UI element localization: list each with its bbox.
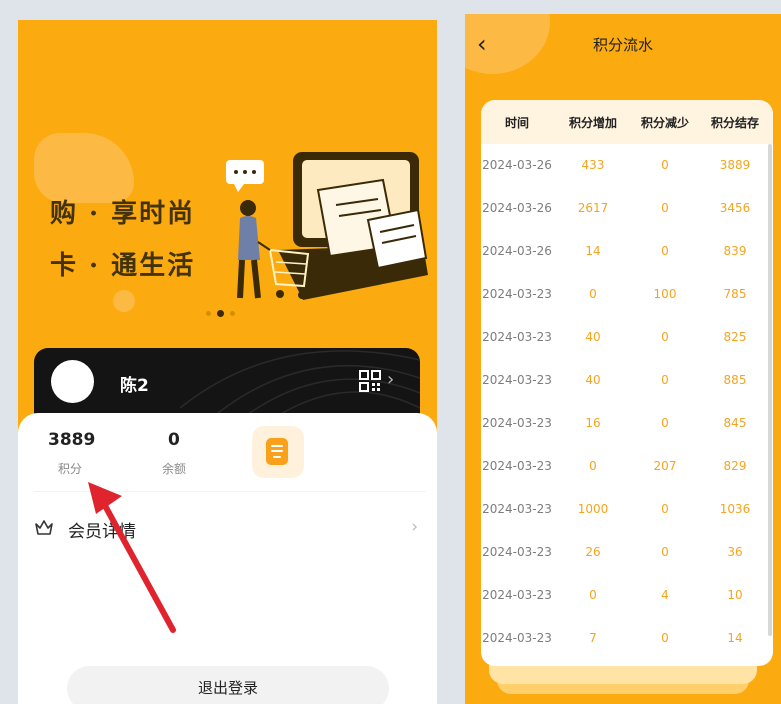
- cell-decrease: 4: [661, 588, 669, 602]
- cell-increase: 1000: [577, 502, 609, 516]
- cell-date: 2024-03-26: [482, 244, 552, 258]
- member-center-screen: 购 · 享时尚 卡 · 通生活 陈2 › 3889 积分 0 余额 会员详情 ›…: [18, 20, 437, 704]
- cell-date: 2024-03-23: [482, 373, 552, 387]
- cell-balance: 14: [727, 631, 743, 645]
- chevron-right-icon[interactable]: ›: [387, 369, 394, 390]
- cell-balance: 839: [723, 244, 747, 258]
- column-header-decrease: 积分减少: [640, 116, 689, 130]
- cell-balance: 36: [727, 545, 743, 559]
- cell-increase: 0: [589, 459, 597, 473]
- menu-item-label: 会员详情: [68, 522, 136, 542]
- cell-decrease: 207: [653, 459, 677, 473]
- banner-slogan-line2: 卡 · 通生活: [50, 251, 196, 281]
- shopping-illustration: [226, 152, 428, 300]
- cell-balance: 10: [727, 588, 743, 602]
- cell-decrease: 0: [661, 416, 669, 430]
- cell-increase: 0: [589, 287, 597, 301]
- document-button[interactable]: [252, 426, 304, 478]
- page-title: 积分流水: [592, 36, 653, 54]
- cell-balance: 1036: [719, 502, 751, 516]
- cell-increase: 40: [585, 373, 601, 387]
- cell-date: 2024-03-23: [482, 416, 552, 430]
- crown-icon: [35, 520, 53, 535]
- table-row: 2024-03-23 1000 0 1036: [481, 488, 773, 531]
- table-row: 2024-03-23 0 207 829: [481, 445, 773, 488]
- cell-balance: 829: [723, 459, 747, 473]
- cell-balance: 3889: [719, 158, 751, 172]
- table-row: 2024-03-26 2617 0 3456: [481, 187, 773, 230]
- cell-balance: 825: [723, 330, 747, 344]
- cell-date: 2024-03-23: [482, 631, 552, 645]
- table-row: 2024-03-23 40 0 825: [481, 316, 773, 359]
- cell-balance: 885: [723, 373, 747, 387]
- chevron-right-icon: ›: [411, 517, 418, 537]
- table-row: 2024-03-23 16 0 845: [481, 402, 773, 445]
- cell-increase: 7: [589, 631, 597, 645]
- cell-date: 2024-03-26: [482, 201, 552, 215]
- cell-decrease: 0: [661, 244, 669, 258]
- cell-increase: 16: [585, 416, 601, 430]
- cell-decrease: 0: [661, 201, 669, 215]
- table-row: 2024-03-23 7 0 14: [481, 617, 773, 660]
- cell-increase: 2617: [577, 201, 609, 215]
- cell-date: 2024-03-23: [482, 502, 552, 516]
- balance-label[interactable]: 余额: [162, 460, 186, 477]
- cell-decrease: 0: [661, 373, 669, 387]
- banner-dot[interactable]: [230, 311, 235, 316]
- cell-date: 2024-03-23: [482, 459, 552, 473]
- table-row: 2024-03-26 14 0 839: [481, 230, 773, 273]
- banner-dot-active[interactable]: [217, 310, 224, 317]
- cell-decrease: 100: [653, 287, 677, 301]
- table-row: 2024-03-23 0 4 10: [481, 574, 773, 617]
- points-value[interactable]: 3889: [48, 430, 95, 450]
- member-name: 陈2: [120, 376, 149, 396]
- qr-code-icon[interactable]: [359, 370, 381, 392]
- banner-slogan-line1: 购 · 享时尚: [50, 199, 196, 229]
- cell-increase: 40: [585, 330, 601, 344]
- cell-increase: 433: [581, 158, 605, 172]
- column-header-balance: 积分结存: [710, 116, 759, 130]
- document-icon: [266, 438, 288, 465]
- cell-date: 2024-03-23: [482, 545, 552, 559]
- points-history-screen: ‹ 积分流水 时间 积分增加 积分减少 积分结存 2024-03-26 433 0 3…: [465, 14, 781, 704]
- cell-balance: 3456: [719, 201, 751, 215]
- cell-date: 2024-03-26: [482, 158, 552, 172]
- cell-date: 2024-03-23: [482, 588, 552, 602]
- balance-value[interactable]: 0: [168, 430, 180, 450]
- cell-decrease: 0: [661, 502, 669, 516]
- cell-balance: 785: [723, 287, 747, 301]
- logout-button[interactable]: 退出登录: [67, 666, 389, 704]
- points-label[interactable]: 积分: [58, 460, 82, 477]
- column-header-time: 时间: [504, 116, 529, 130]
- table-header: 时间 积分增加 积分减少 积分结存: [481, 100, 773, 144]
- banner-decoration: [113, 290, 135, 312]
- cell-increase: 14: [585, 244, 601, 258]
- table-row: 2024-03-23 0 100 785: [481, 273, 773, 316]
- table-row: 2024-03-23 26 0 36: [481, 531, 773, 574]
- banner-dot[interactable]: [206, 311, 211, 316]
- cell-increase: 0: [589, 588, 597, 602]
- cell-decrease: 0: [661, 545, 669, 559]
- cell-date: 2024-03-23: [482, 330, 552, 344]
- table-row: 2024-03-23 40 0 885: [481, 359, 773, 402]
- column-header-increase: 积分增加: [568, 116, 617, 130]
- points-table: 时间 积分增加 积分减少 积分结存 2024-03-26 433 0 3889 2024…: [481, 100, 773, 666]
- cell-balance: 845: [723, 416, 747, 430]
- table-row: 2024-03-26 433 0 3889: [481, 144, 773, 187]
- banner-pagination[interactable]: [206, 310, 235, 317]
- menu-item-member-details[interactable]: 会员详情 ›: [34, 517, 426, 542]
- cell-decrease: 0: [661, 330, 669, 344]
- cell-decrease: 0: [661, 158, 669, 172]
- account-panel: 3889 积分 0 余额 会员详情 › 退出登录: [18, 413, 437, 704]
- divider: [34, 491, 426, 492]
- cell-decrease: 0: [661, 631, 669, 645]
- avatar[interactable]: [51, 360, 94, 403]
- cell-date: 2024-03-23: [482, 287, 552, 301]
- cell-increase: 26: [585, 545, 601, 559]
